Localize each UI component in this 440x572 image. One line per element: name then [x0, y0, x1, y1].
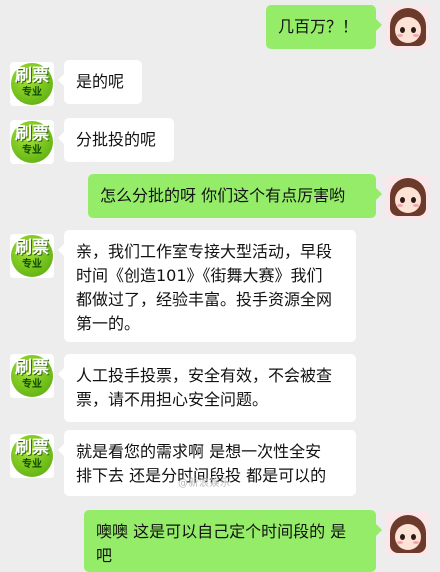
message-text: 几百万？！: [278, 17, 359, 36]
vendor-avatar[interactable]: 刷票 专业: [10, 120, 54, 164]
incoming-message-bubble[interactable]: 亲，我们工作室专接大型活动，早段 时间《创造101》《街舞大赛》我们 都做过了，…: [58, 230, 356, 342]
vendor-avatar[interactable]: 刷票 专业: [10, 434, 54, 478]
avatar-label: 刷票: [15, 358, 49, 378]
watermark: @新浪娱乐: [178, 478, 231, 489]
avatar-sublabel: 专业: [22, 87, 42, 98]
incoming-message-bubble[interactable]: 是的呢: [58, 60, 142, 104]
user-avatar[interactable]: [386, 175, 430, 219]
avatar-label: 刷票: [15, 124, 49, 144]
vendor-avatar[interactable]: 刷票 专业: [10, 234, 54, 278]
user-avatar[interactable]: [386, 5, 430, 49]
message-text: 分批投的呢: [76, 130, 157, 149]
avatar-label: 刷票: [15, 238, 49, 258]
avatar-sublabel: 专业: [22, 379, 42, 390]
outgoing-message-bubble[interactable]: 几百万？！: [266, 5, 382, 49]
message-line: 票，请不用担心安全问题。: [76, 390, 269, 409]
avatar-sublabel: 专业: [22, 459, 42, 470]
avatar-sublabel: 专业: [22, 145, 42, 156]
message-text: 怎么分批的呀 你们这个有点厉害哟: [100, 186, 346, 205]
message-line: 时间《创造101》《街舞大赛》我们: [76, 266, 323, 285]
message-line: 都做过了，经验丰富。投手资源全网: [76, 290, 333, 309]
message-line: 噢噢 这是可以自己定个时间段的 是: [96, 522, 347, 541]
outgoing-message-bubble[interactable]: 噢噢 这是可以自己定个时间段的 是 吧: [84, 510, 382, 572]
incoming-message-bubble[interactable]: 人工投手投票，安全有效，不会被查 票，请不用担心安全问题。: [58, 354, 356, 422]
message-line: 人工投手投票，安全有效，不会被查: [76, 366, 333, 385]
outgoing-message-bubble[interactable]: 怎么分批的呀 你们这个有点厉害哟: [88, 174, 382, 218]
message-line: 第一的。: [76, 314, 141, 333]
user-avatar[interactable]: [386, 512, 430, 556]
message-text: 是的呢: [76, 72, 125, 91]
message-line: 亲，我们工作室专接大型活动，早段: [76, 242, 333, 261]
avatar-label: 刷票: [15, 438, 49, 458]
message-line: 就是看您的需求啊 是想一次性全安: [76, 442, 322, 461]
vendor-avatar[interactable]: 刷票 专业: [10, 62, 54, 106]
message-line: 吧: [96, 546, 113, 565]
vendor-avatar[interactable]: 刷票 专业: [10, 354, 54, 398]
incoming-message-bubble[interactable]: 分批投的呢: [58, 118, 174, 162]
avatar-sublabel: 专业: [22, 259, 42, 270]
avatar-label: 刷票: [15, 66, 49, 86]
